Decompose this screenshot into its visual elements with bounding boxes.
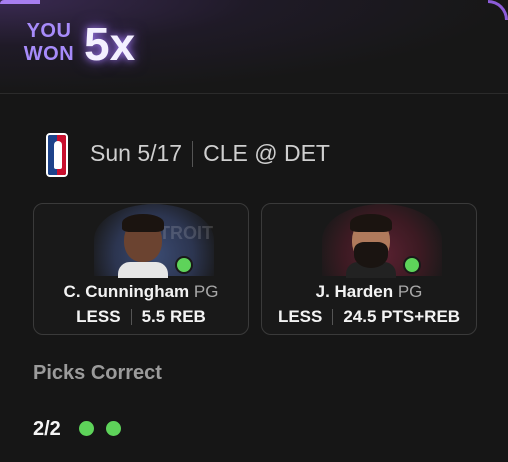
divider [332,309,334,325]
pick-stat: REB [169,307,206,326]
you-won-label: YOU WON [23,20,75,65]
pick-card-harden[interactable]: J. Harden PG LESS 24.5 PTS+REB [261,203,477,335]
pick-card-cunningham[interactable]: DETROIT C. Cunningham PG LESS 5.5 REB [33,203,249,335]
pick-value: 24.5 [343,307,377,326]
player-name: J. Harden [315,282,394,301]
pick-stat: PTS+REB [381,307,461,326]
pick-status-correct-icon [403,256,421,274]
game-date: Sun 5/17 [90,140,183,166]
result-card: YOU WON 5x Sun 5/17 CLE @ DET DETROIT C.… [0,0,508,462]
player-position: PG [193,282,219,301]
pick-direction: LESS [76,307,121,326]
divider [130,309,132,325]
picks-correct-label: Picks Correct [33,362,162,384]
game-matchup: CLE @ DET [203,140,330,166]
player-name-line: J. Harden PG [262,282,476,302]
player-headshot [342,212,400,278]
pick-value: 5.5 [141,307,166,326]
pick-direction: LESS [277,307,323,326]
correct-dot-icon [79,421,94,436]
pick-status-correct-icon [175,256,193,274]
game-info: Sun 5/17 CLE @ DET [90,140,330,167]
corner-accent-right [488,0,508,20]
pick-line: LESS 24.5 PTS+REB [262,307,476,327]
result-header: YOU WON 5x [0,0,508,94]
divider [192,140,194,167]
player-headshot [114,212,172,278]
pick-line: LESS 5.5 REB [34,307,248,327]
picks-correct-count: 2/2 [33,418,61,440]
correct-dot-icon [106,421,121,436]
player-name: C. Cunningham [63,282,190,301]
nba-logo-icon [46,133,68,177]
player-position: PG [397,282,423,301]
player-name-line: C. Cunningham PG [34,282,248,302]
corner-accent [0,0,40,4]
win-multiplier: 5x [84,18,136,70]
